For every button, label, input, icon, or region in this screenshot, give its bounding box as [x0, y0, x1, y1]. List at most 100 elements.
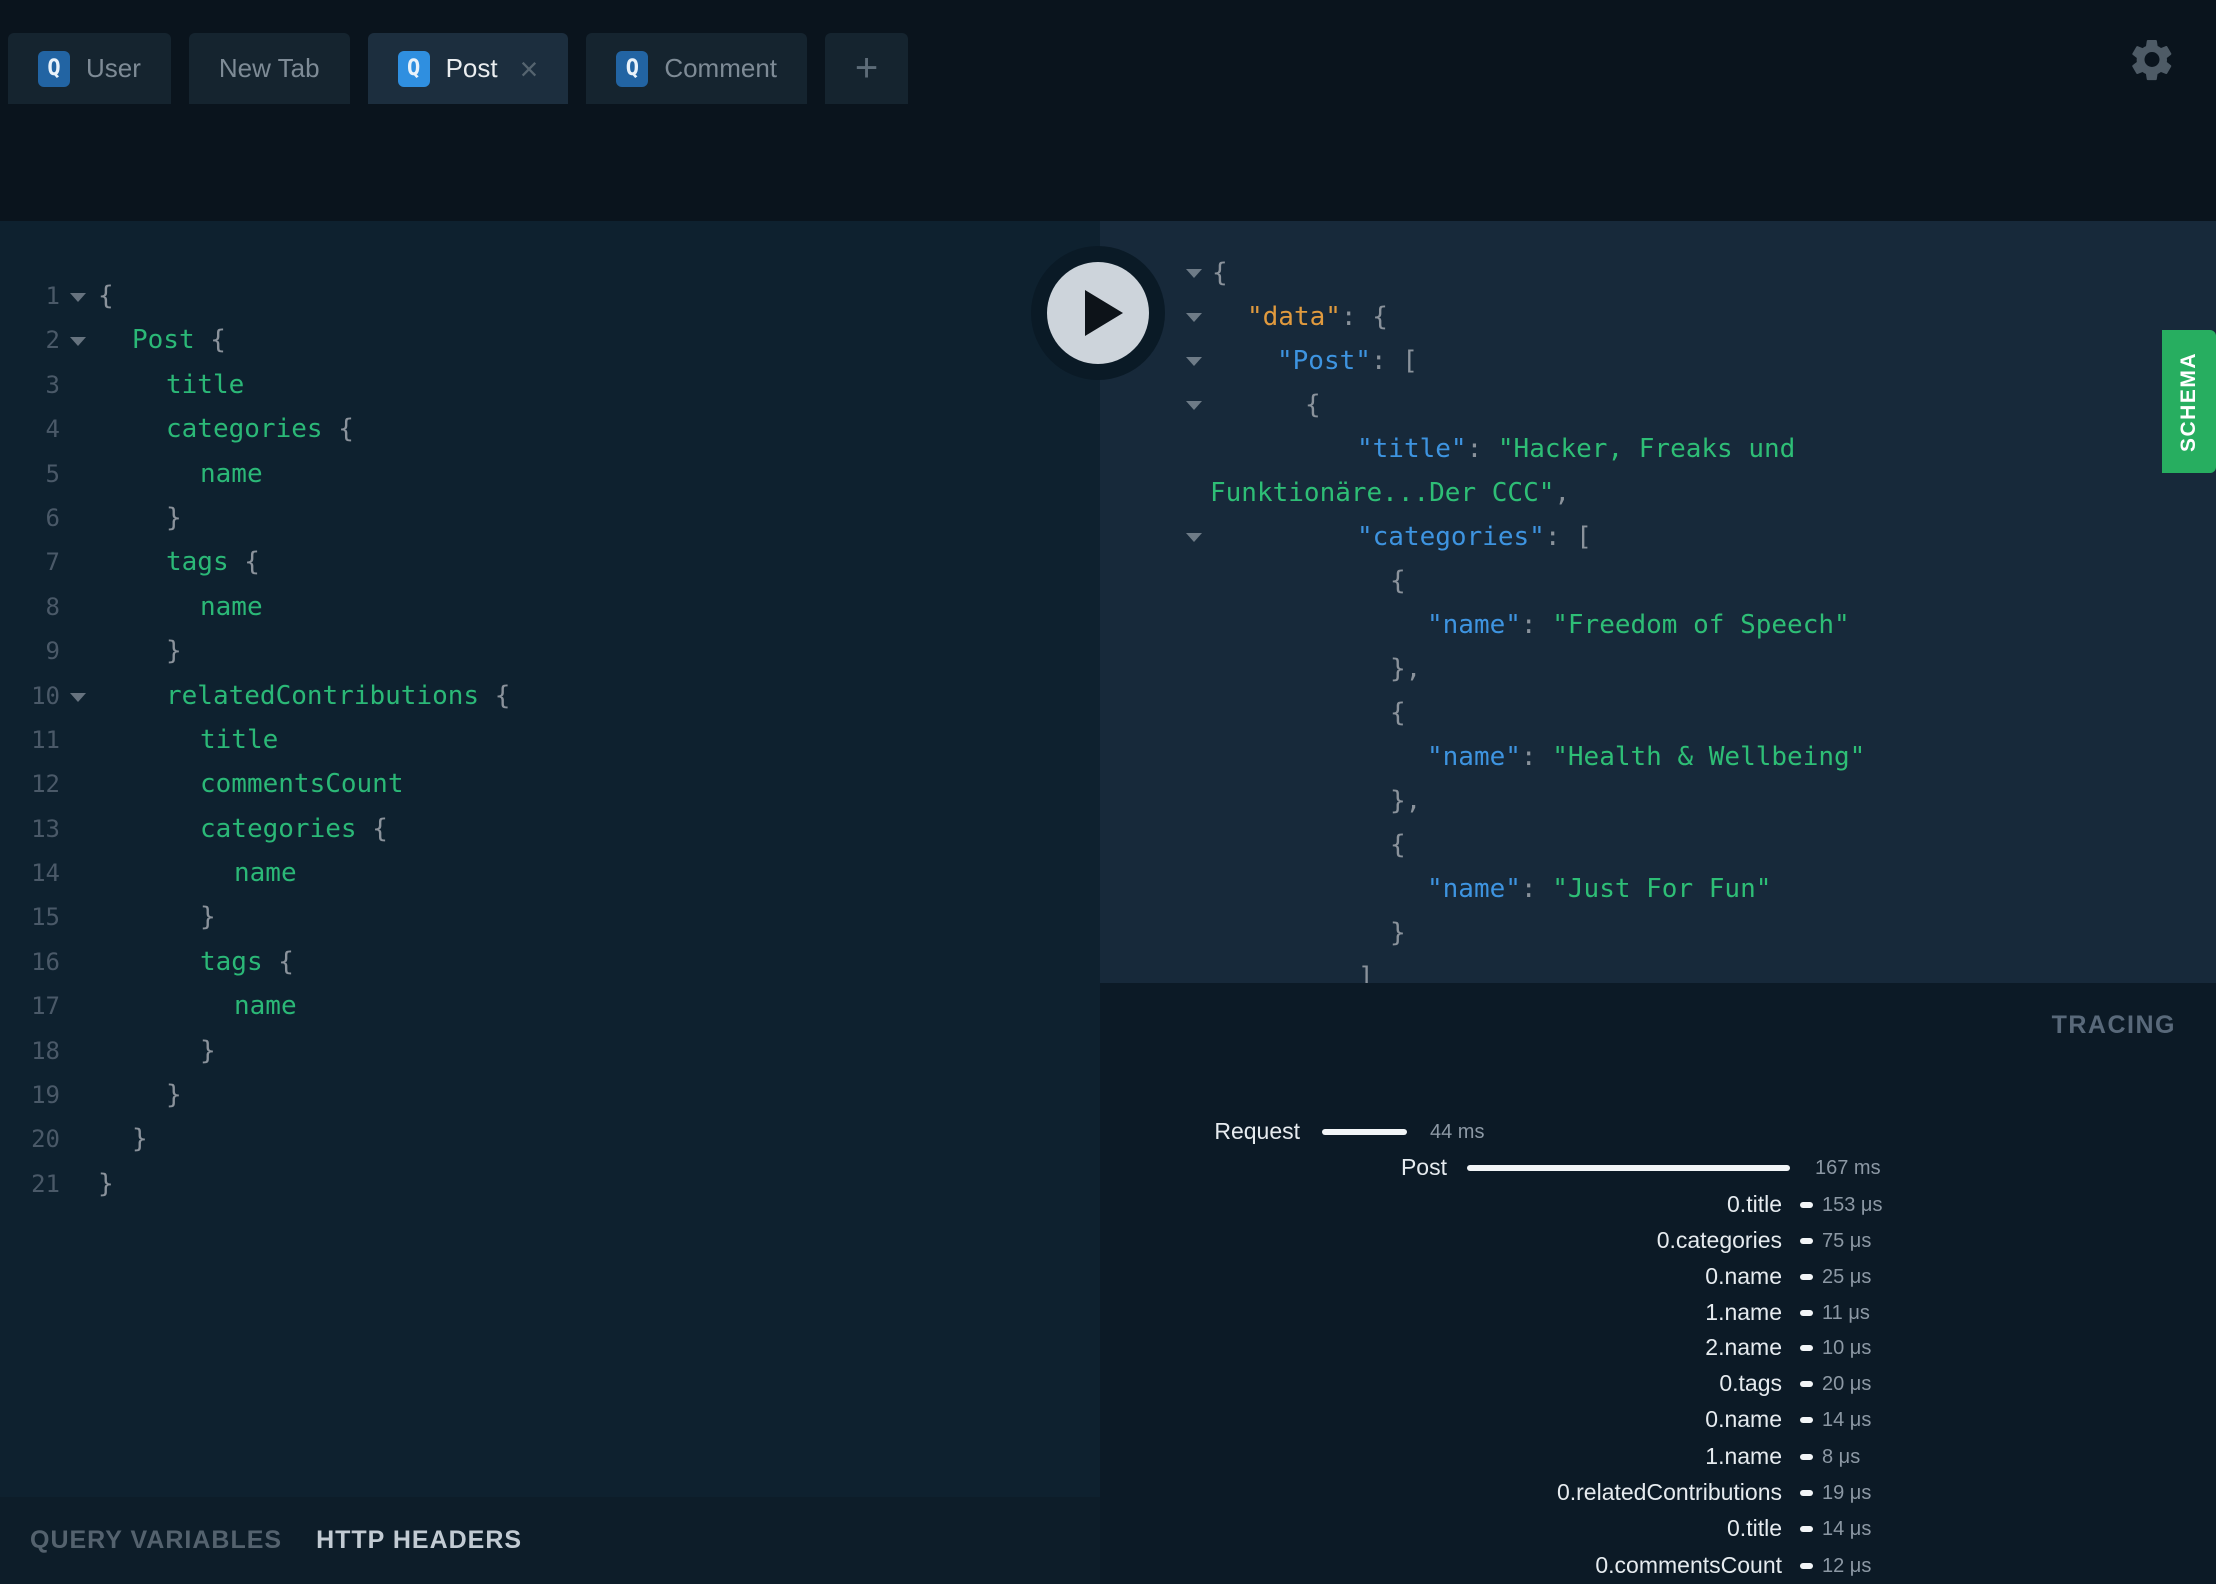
- tab-comment[interactable]: Q Comment: [586, 33, 808, 104]
- query-line-2[interactable]: 2 Post {: [0, 318, 1100, 362]
- query-code: }: [132, 1124, 148, 1155]
- line-number: 16: [31, 947, 60, 976]
- execute-button-circle: [1047, 262, 1149, 364]
- response-code: Funktionäre...Der CCC",: [1210, 478, 1571, 508]
- response-line-4: {: [1100, 383, 2216, 427]
- tracing-duration-bar: [1800, 1274, 1813, 1280]
- query-line-19[interactable]: 19}: [0, 1073, 1100, 1117]
- line-number: 8: [45, 592, 60, 621]
- query-line-18[interactable]: 18}: [0, 1029, 1100, 1073]
- query-line-4[interactable]: 4 categories {: [0, 407, 1100, 451]
- line-number: 5: [45, 459, 60, 488]
- response-line-6: Funktionäre...Der CCC",: [1100, 471, 2216, 515]
- query-code: }: [98, 1168, 114, 1199]
- tracing-row-0-commentsCount: 0.commentsCount 12 μs: [1100, 1552, 2216, 1582]
- query-code: {: [98, 281, 114, 311]
- tracing-duration-value: 44 ms: [1430, 1121, 1485, 1143]
- query-code: }: [200, 902, 216, 933]
- tab-post[interactable]: Q Post ×: [367, 33, 569, 104]
- response-line-8: {: [1100, 559, 2216, 603]
- query-line-1[interactable]: 1{: [0, 274, 1100, 318]
- tracing-row-0-categories: 0.categories13 μs: [1100, 1580, 2216, 1584]
- line-number: 14: [31, 859, 60, 888]
- query-line-16[interactable]: 16 tags {: [0, 940, 1100, 984]
- tab-label: New Tab: [218, 53, 320, 83]
- query-line-3[interactable]: 3 title: [0, 363, 1100, 407]
- add-tab-button[interactable]: +: [825, 33, 909, 104]
- tracing-panel: TRACING Request 44 ms Post 167 ms 0.title 153…: [1100, 983, 2216, 1584]
- tracing-duration-bar: [1800, 1526, 1813, 1532]
- response-line-11: {: [1100, 691, 2216, 735]
- fold-arrow-icon[interactable]: [70, 293, 86, 302]
- query-line-21[interactable]: 21}: [0, 1162, 1100, 1206]
- line-number: 3: [45, 370, 60, 399]
- query-variables-tab[interactable]: QUERY VARIABLES: [30, 1526, 282, 1555]
- collapse-arrow-icon[interactable]: [1186, 313, 1202, 322]
- query-code: name: [234, 858, 297, 889]
- line-number: 21: [31, 1169, 60, 1198]
- query-line-6[interactable]: 6}: [0, 496, 1100, 540]
- tracing-duration-value: 167 ms: [1815, 1157, 1881, 1179]
- query-code: }: [166, 636, 182, 667]
- response-code: {: [1390, 566, 1406, 596]
- fold-arrow-icon[interactable]: [70, 692, 86, 702]
- tracing-label: 0.commentsCount: [1595, 1552, 1782, 1578]
- response-line-2: "data": {: [1100, 295, 2216, 339]
- query-line-17[interactable]: 17 name: [0, 984, 1100, 1028]
- query-line-15[interactable]: 15}: [0, 895, 1100, 939]
- query-badge: Q: [616, 50, 649, 87]
- graphql-playground-window: Q User New Tab Q Post × Q Comment + PRETTIFY HIS…: [0, 0, 2216, 1584]
- tracing-label: 2.name: [1705, 1334, 1782, 1360]
- tracing-label: 0.title: [1727, 1191, 1782, 1217]
- response-line-5: "title": "Hacker, Freaks und: [1100, 427, 2216, 471]
- query-line-14[interactable]: 14 name: [0, 851, 1100, 895]
- close-tab-icon[interactable]: ×: [520, 53, 539, 85]
- tracing-row-0-tags: 0.tags 20 μs: [1100, 1370, 2216, 1400]
- tracing-label: 0.categories: [1656, 1227, 1782, 1253]
- line-number: 2: [45, 326, 60, 355]
- tracing-label: 0.tags: [1719, 1370, 1782, 1396]
- schema-tab[interactable]: SCHEMA: [2162, 330, 2216, 473]
- collapse-arrow-icon[interactable]: [1186, 401, 1202, 410]
- tracing-duration-bar: [1322, 1129, 1407, 1135]
- tracing-label: 0.name: [1705, 1406, 1782, 1432]
- query-line-8[interactable]: 8 name: [0, 585, 1100, 629]
- response-line-10: },: [1100, 647, 2216, 691]
- query-line-11[interactable]: 11 title: [0, 718, 1100, 762]
- tab-list: Q User New Tab Q Post × Q Comment +: [8, 33, 909, 104]
- tracing-label: 0.name: [1705, 1263, 1782, 1289]
- tracing-duration-bar: [1467, 1165, 1790, 1171]
- tab-user[interactable]: Q User: [8, 33, 171, 104]
- query-line-20[interactable]: 20}: [0, 1117, 1100, 1161]
- fold-arrow-icon[interactable]: [70, 337, 86, 347]
- query-code: categories {: [200, 813, 388, 844]
- query-line-5[interactable]: 5 name: [0, 452, 1100, 496]
- response-code: },: [1390, 654, 1422, 684]
- tracing-row-1-name: 1.name 8 μs: [1100, 1443, 2216, 1473]
- tracing-row-0-categories: 0.categories 75 μs: [1100, 1227, 2216, 1257]
- settings-gear-icon[interactable]: [2128, 36, 2176, 84]
- collapse-arrow-icon[interactable]: [1186, 357, 1202, 366]
- tracing-duration-bar: [1800, 1202, 1813, 1208]
- response-code: "name": "Freedom of Speech": [1427, 610, 1850, 640]
- response-code: "title": "Hacker, Freaks und: [1357, 434, 1796, 464]
- response-code: {: [1305, 390, 1321, 420]
- query-line-9[interactable]: 9}: [0, 629, 1100, 673]
- tracing-label: 0.categories: [1657, 1580, 1782, 1584]
- query-code: name: [234, 991, 297, 1022]
- tracing-duration-bar: [1800, 1563, 1813, 1569]
- line-number: 20: [31, 1125, 60, 1154]
- tracing-row-0-relatedContributions: 0.relatedContributions 19 μs: [1100, 1479, 2216, 1509]
- query-editor[interactable]: 1{2 Post {3 title 4 categories {5 name 6} 7 tags…: [0, 221, 1100, 1584]
- tab-new-tab[interactable]: New Tab: [188, 33, 350, 104]
- collapse-arrow-icon[interactable]: [1186, 269, 1202, 278]
- collapse-arrow-icon[interactable]: [1186, 533, 1202, 542]
- query-code: tags {: [200, 946, 294, 977]
- tracing-row-Request: Request 44 ms: [1100, 1118, 2216, 1148]
- http-headers-tab[interactable]: HTTP HEADERS: [316, 1526, 522, 1555]
- query-line-12[interactable]: 12 commentsCount: [0, 762, 1100, 806]
- query-line-10[interactable]: 10 relatedContributions {: [0, 674, 1100, 718]
- query-line-13[interactable]: 13 categories {: [0, 807, 1100, 851]
- query-line-7[interactable]: 7 tags {: [0, 540, 1100, 584]
- execute-query-button[interactable]: [1031, 246, 1165, 380]
